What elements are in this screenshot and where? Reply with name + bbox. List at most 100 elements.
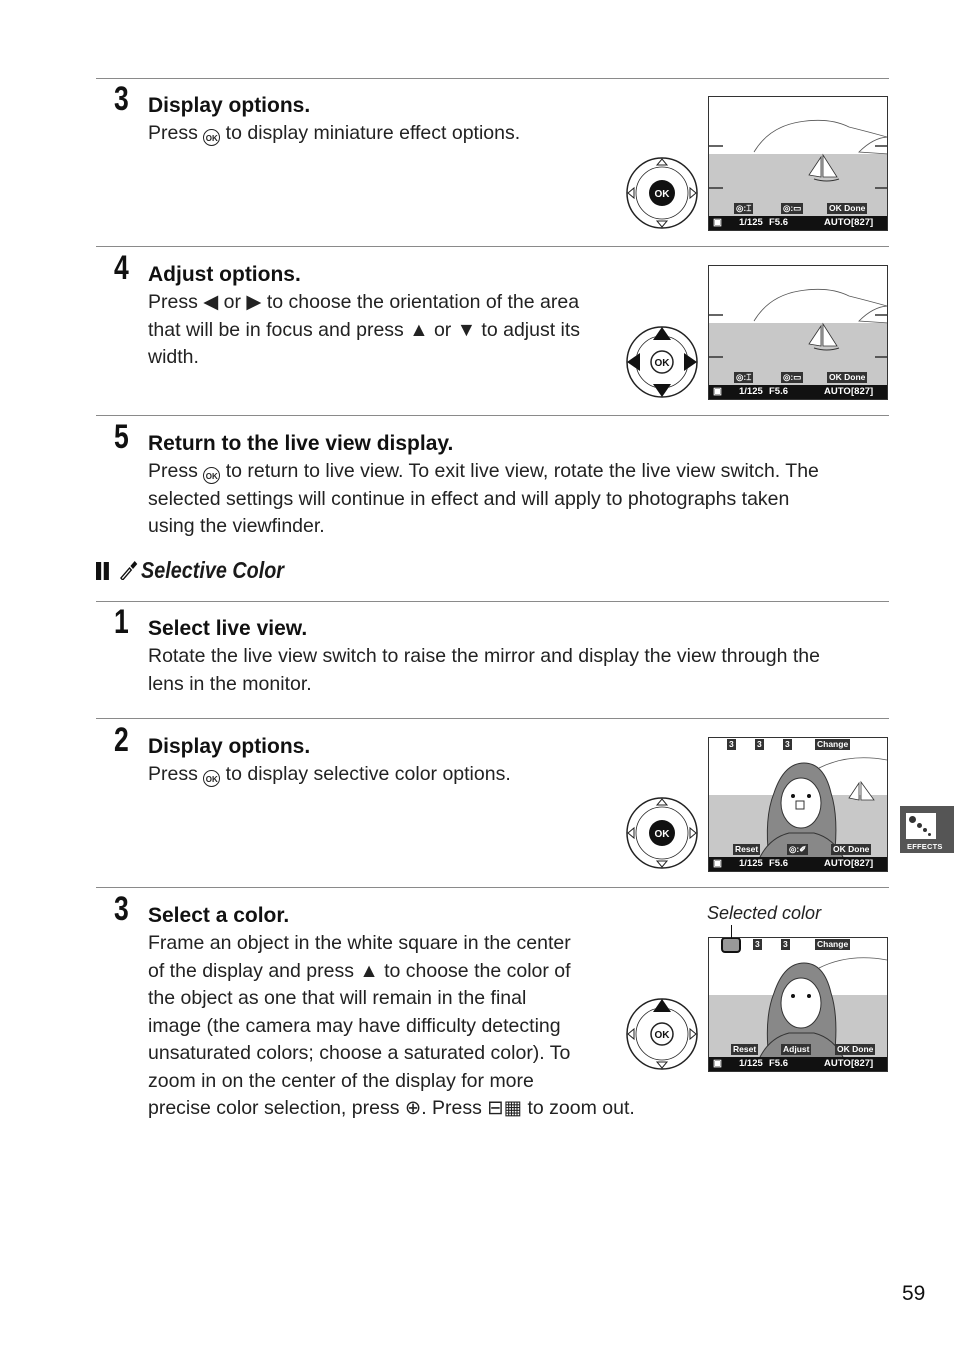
- multi-selector-dial-icon: OK: [626, 998, 698, 1070]
- step-number: 5: [114, 418, 129, 456]
- body-line: Press ◀ or ▶ to choose the orientation o…: [148, 291, 580, 313]
- metering-icon: ▣: [713, 858, 722, 869]
- body-line: image (the camera may have difficulty de…: [148, 1014, 561, 1037]
- step-body: Rotate the live view switch to raise the…: [148, 643, 820, 698]
- camera-screen-selective-color: 3 3 3 Change Reset ◎:✐ OK Done ▣ 1/125 F…: [708, 737, 888, 872]
- body-line: of the display and press ▲ to choose the…: [148, 959, 571, 982]
- svg-text:OK: OK: [655, 189, 671, 200]
- ok-button-icon: OK: [203, 467, 221, 484]
- selected-color-swatch: [721, 938, 741, 953]
- divider: [96, 78, 889, 79]
- body-line: the object as one that will remain in th…: [148, 987, 527, 1009]
- shutter-speed: 1/125: [739, 217, 763, 228]
- iso: AUTO: [824, 1058, 851, 1069]
- screen-status-bar: ▣ 1/125 F5.6 AUTO [827]: [709, 385, 887, 399]
- step-number: 4: [114, 249, 129, 287]
- body-text: Press: [148, 763, 204, 785]
- step-body: Frame an object in the white square in t…: [148, 930, 635, 1123]
- step-number: 3: [114, 80, 129, 118]
- step-title: Display options.: [148, 94, 311, 117]
- divider: [96, 415, 889, 416]
- reset-chip: Reset: [731, 1044, 759, 1055]
- step-body: Press OK to return to live view. To exit…: [148, 458, 819, 541]
- body-text: to display selective color options.: [220, 763, 511, 785]
- screen-chip: ◎:✐: [787, 844, 809, 855]
- shots-remaining: [827]: [851, 1058, 874, 1069]
- screen-status-bar: ▣ 1/125 F5.6 AUTO [827]: [709, 216, 887, 230]
- divider: [96, 718, 889, 719]
- screen-chip: ◎:⌶: [734, 372, 754, 383]
- metering-icon: ▣: [713, 1058, 722, 1069]
- shots-remaining: [827]: [851, 858, 874, 869]
- body-line: to return to live view. To exit live vie…: [225, 460, 819, 482]
- body-text: Press: [148, 460, 204, 482]
- aperture: F5.6: [769, 386, 789, 397]
- eyedropper-icon: [120, 561, 138, 582]
- step-number: 2: [114, 721, 129, 759]
- shutter-speed: 1/125: [739, 858, 763, 869]
- step-body: Press ◀ or ▶ to choose the orientation o…: [148, 289, 580, 372]
- change-chip: Change: [815, 939, 851, 950]
- camera-screen-miniature: ◎:⌶ ◎:▭ OK Done ▣ 1/125 F5.6 AUTO [827]: [708, 96, 888, 231]
- shutter-speed: 1/125: [739, 386, 763, 397]
- effects-side-tab[interactable]: EFFECTS: [900, 806, 954, 853]
- section-marker-icon: [103, 562, 109, 580]
- camera-screen-miniature-adjust: ◎:⌶ ◎:▭ OK Done ▣ 1/125 F5.6 AUTO [827]: [708, 265, 888, 400]
- aperture: F5.6: [769, 1058, 789, 1069]
- iso: AUTO: [824, 217, 851, 228]
- step-title: Display options.: [148, 735, 311, 758]
- step-body: Press OK to display selective color opti…: [148, 761, 511, 789]
- multi-selector-dial-icon: OK: [626, 797, 698, 869]
- svg-text:OK: OK: [655, 358, 671, 369]
- shutter-speed: 1/125: [739, 1058, 763, 1069]
- divider: [96, 601, 889, 602]
- aperture: F5.6: [769, 217, 789, 228]
- color-slot: 3: [781, 939, 790, 950]
- page-number: 59: [902, 1282, 926, 1305]
- step-number: 3: [114, 890, 129, 928]
- screen-chip: OK Done: [827, 203, 868, 214]
- body-line: selected settings will continue in effec…: [148, 487, 790, 510]
- screen-status-bar: ▣ 1/125 F5.6 AUTO [827]: [709, 1057, 887, 1071]
- done-chip: OK Done: [835, 1044, 876, 1055]
- screen-chip: ◎:▭: [781, 372, 804, 383]
- color-slot: 3: [753, 939, 762, 950]
- reset-chip: Reset: [733, 844, 761, 855]
- body-line: width.: [148, 346, 199, 368]
- screen-chip: ◎:▭: [781, 203, 804, 214]
- color-slot: 3: [727, 739, 736, 750]
- multi-selector-dial-icon: OK: [626, 326, 698, 398]
- step-title: Select a color.: [148, 904, 290, 927]
- screen-status-bar: ▣ 1/125 F5.6 AUTO [827]: [709, 857, 887, 871]
- metering-icon: ▣: [713, 217, 722, 228]
- adjust-chip: Adjust: [781, 1044, 812, 1055]
- screen-chip: OK Done: [827, 372, 868, 383]
- side-tab-label: EFFECTS: [907, 842, 943, 851]
- step-body: Press OK to display miniature effect opt…: [148, 122, 521, 146]
- iso: AUTO: [824, 858, 851, 869]
- selected-color-callout: Selected color: [707, 903, 822, 923]
- effects-icon: [906, 813, 936, 839]
- camera-screen-select-color: 3 3 Change Reset Adjust OK Done ▣ 1/125 …: [708, 937, 888, 1072]
- divider: [96, 887, 889, 888]
- step-number: 1: [114, 603, 129, 641]
- multi-selector-dial-icon: OK: [626, 157, 698, 229]
- shots-remaining: [827]: [851, 386, 874, 397]
- svg-text:OK: OK: [655, 829, 671, 840]
- shots-remaining: [827]: [851, 217, 874, 228]
- body-line: precise color selection, press ⊕. Press …: [148, 1097, 635, 1119]
- change-chip: Change: [815, 739, 851, 750]
- body-line: lens in the monitor.: [148, 672, 312, 695]
- svg-text:OK: OK: [655, 1030, 671, 1041]
- color-slot: 3: [783, 739, 792, 750]
- ok-button-icon: OK: [203, 770, 221, 787]
- color-slot: 3: [755, 739, 764, 750]
- metering-icon: ▣: [713, 386, 722, 397]
- callout-leader-line: [731, 925, 732, 938]
- done-chip: OK Done: [831, 844, 872, 855]
- body-line: Rotate the live view switch to raise the…: [148, 645, 820, 667]
- iso: AUTO: [824, 386, 851, 397]
- body-line: that will be in focus and press ▲ or ▼ t…: [148, 318, 581, 341]
- section-title: Selective Color: [141, 557, 284, 583]
- divider: [96, 246, 889, 247]
